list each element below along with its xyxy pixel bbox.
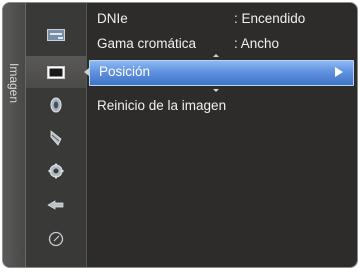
input-source-icon [47,200,64,210]
scroll-up-icon [213,54,219,57]
category-side-tab: Imagen [3,3,26,267]
menu-item-gama-cromatica[interactable]: Gama cromática : Ancho [88,32,357,56]
sound-icon [50,97,62,113]
clock-icon [48,231,64,247]
menu-item-posicion[interactable]: Posición [89,60,354,86]
category-icon-column [26,3,87,267]
setup-icon [48,163,64,179]
category-input[interactable] [26,19,86,51]
category-setup[interactable] [26,155,86,187]
menu-item-label: DNIe [97,11,128,26]
category-sound[interactable] [26,89,86,121]
menu-item-dnie[interactable]: DNIe : Encendido [88,7,357,31]
category-title: Imagen [7,63,21,104]
menu-item-value: : Ancho [234,36,280,51]
menu-list: DNIe : Encendido Gama cromática : Ancho … [88,3,357,267]
submenu-arrow-icon [335,67,343,77]
tv-osd-menu: Imagen DNIe: Encendido Gama cromática:… [2,2,358,268]
category-clock[interactable] [26,223,86,255]
channel-icon [50,130,62,146]
menu-item-label: Gama cromática [97,36,197,51]
scroll-down-icon [213,89,219,92]
picture-icon [47,65,65,79]
menu-item-value: : Encendido [234,11,306,26]
category-picture[interactable] [26,56,86,88]
input-icon [47,29,65,41]
menu-item-label: Posición [99,64,151,79]
category-channel[interactable] [26,122,86,154]
menu-item-label: Reinicio de la imagen [97,98,227,113]
category-input-source[interactable] [26,189,86,221]
menu-item-reinicio-imagen[interactable]: Reinicio de la imagen [88,94,357,118]
